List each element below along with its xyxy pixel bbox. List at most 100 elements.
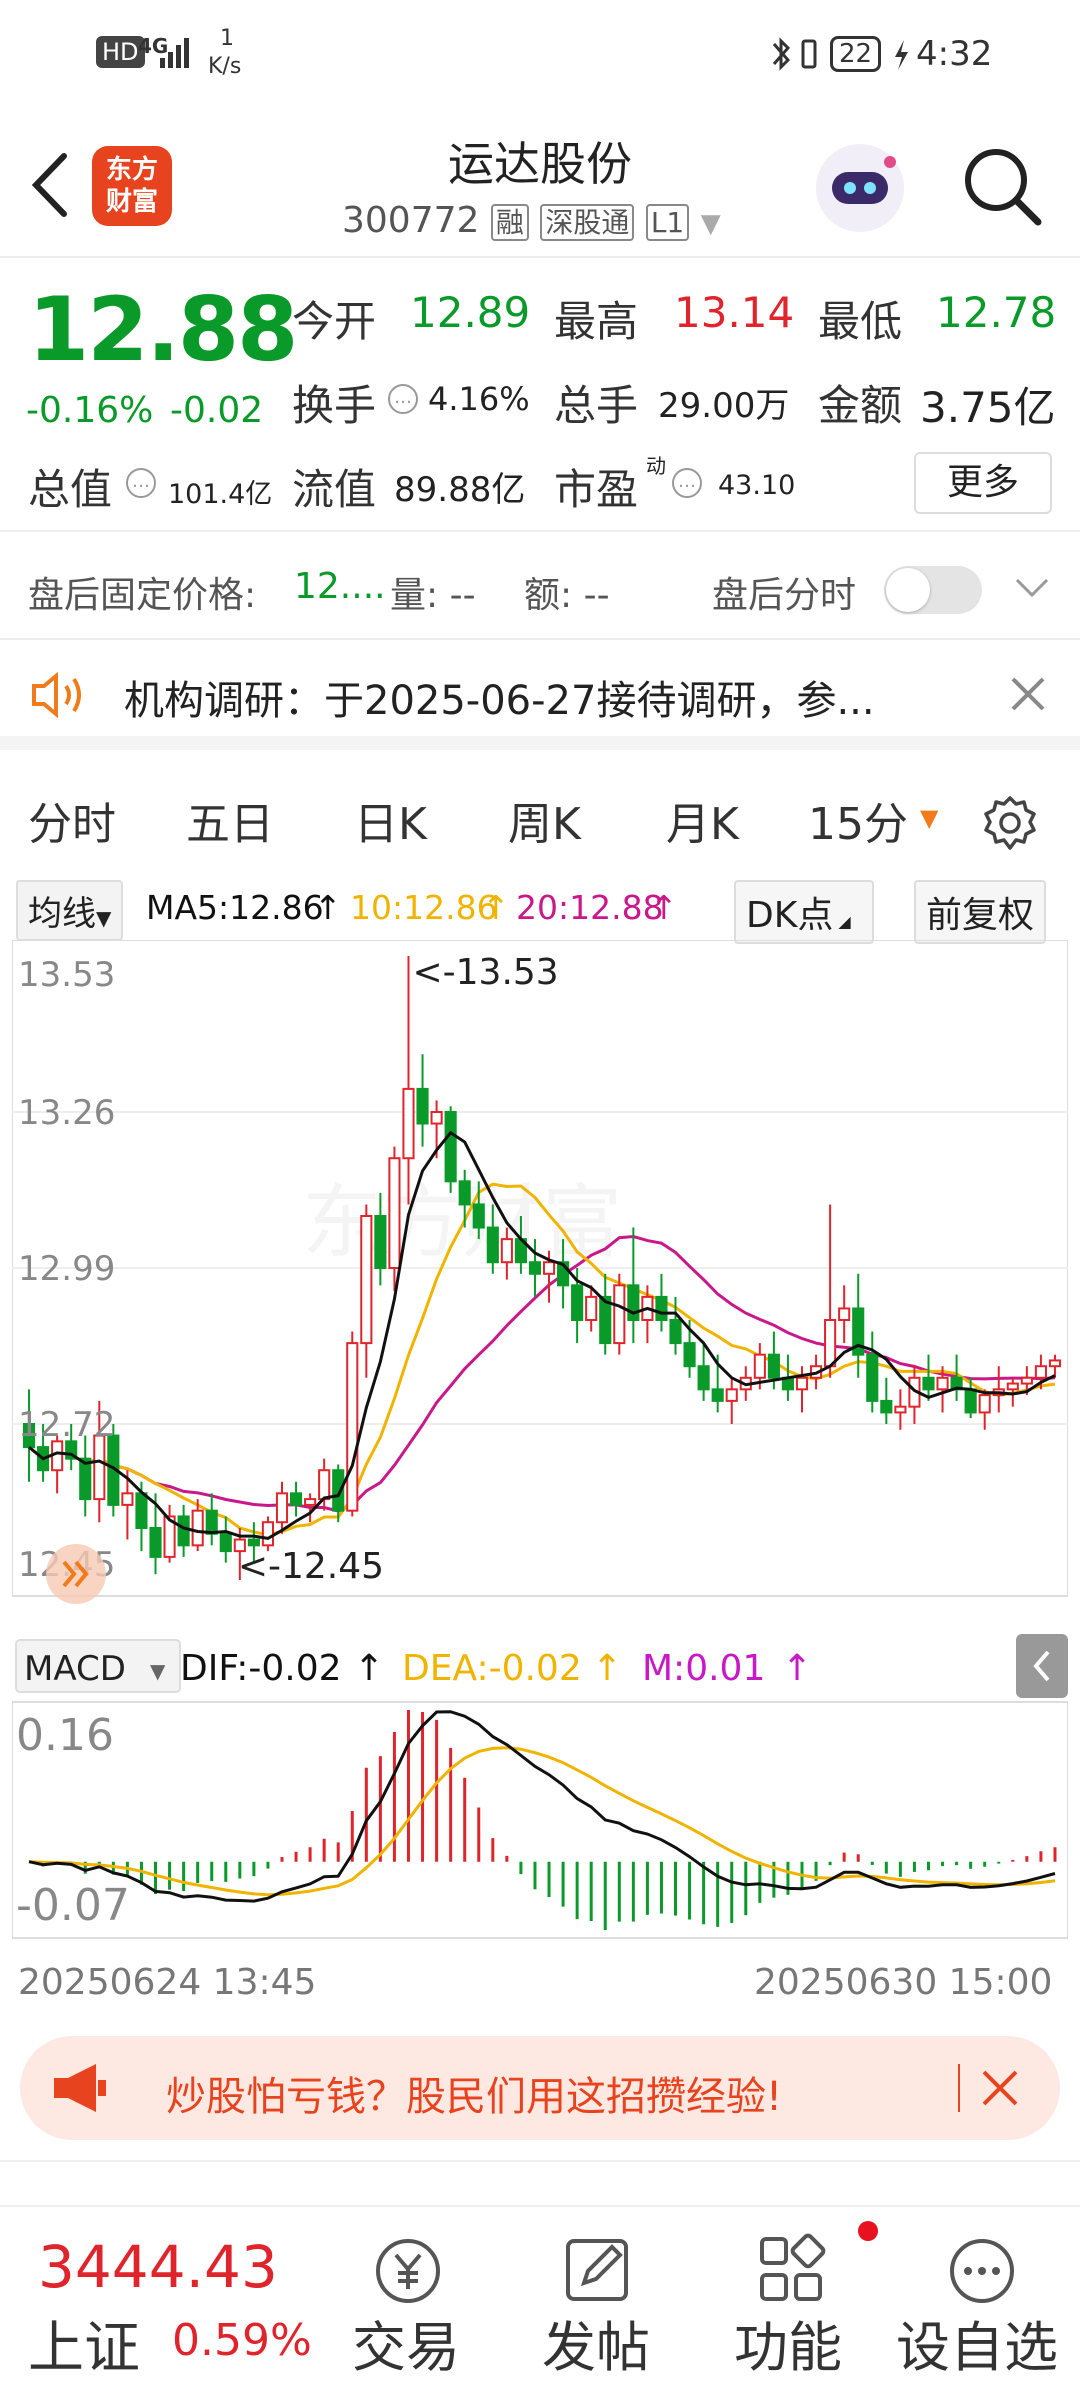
price-adjust-button[interactable]: 前复权 <box>914 880 1047 944</box>
index-change: 0.59% <box>172 2315 312 2366</box>
nav-trade[interactable]: 交易 <box>330 2207 490 2402</box>
low-value: 12.78 <box>936 288 1057 337</box>
index-ticker[interactable]: 3444.43 上证 0.59% <box>0 2207 320 2402</box>
ma-selector[interactable]: 均线▼ <box>16 880 124 941</box>
nav-functions[interactable]: 功能 <box>712 2207 878 2402</box>
high-value: 13.14 <box>674 288 795 337</box>
period-tabs: 分时 五日 日K 周K 月K 15分 ▼ <box>0 764 1080 874</box>
candle-body <box>1034 1365 1047 1379</box>
tab-intraday[interactable]: 分时 <box>28 788 116 852</box>
info-icon[interactable]: … <box>126 468 156 498</box>
tab-monthly-k[interactable]: 月K <box>666 788 739 852</box>
stock-code-row: 300772 融 深股通 L1 ▼ <box>342 200 721 241</box>
section-tabs-peek <box>0 2160 1080 2208</box>
candle-body <box>430 1111 443 1125</box>
bluetooth-icon <box>772 37 791 71</box>
nav-label: 功能 <box>734 2316 842 2379</box>
chevron-down-icon[interactable]: ▼ <box>701 209 721 239</box>
kline-chart[interactable]: 东方财富 13.53 13.26 12.99 12.72 12.45 <-13.… <box>12 940 1068 1940</box>
close-icon[interactable] <box>1010 676 1046 712</box>
nav-label: 发帖 <box>542 2316 650 2379</box>
last-price: 12.88 <box>28 278 298 381</box>
more-button[interactable]: 更多 <box>914 452 1052 514</box>
candle-body <box>205 1509 218 1535</box>
dea-value: DEA:-0.02 <box>402 1648 582 1689</box>
change-amount: -0.02 <box>170 390 264 431</box>
stock-name: 运达股份 <box>448 137 632 191</box>
nav-post[interactable]: 发帖 <box>520 2207 680 2402</box>
float-cap-value: 89.88亿 <box>394 470 526 510</box>
dk-point-button[interactable]: DK点 ◢ <box>734 880 874 944</box>
expand-button[interactable] <box>46 1544 106 1604</box>
notice-bar[interactable]: 机构调研：于2025-06-27接待调研，参... <box>0 640 1080 750</box>
candle-body <box>753 1353 766 1379</box>
after-hours-toggle[interactable] <box>884 566 982 614</box>
up-arrow: ↑ <box>354 1648 384 1689</box>
tag-margin: 融 <box>490 204 529 241</box>
up-arrow: ↑ <box>592 1648 622 1689</box>
up-arrow: ↑ <box>650 888 678 927</box>
stock-header: 东方 财富 运达股份 300772 融 深股通 L1 ▼ <box>0 110 1080 258</box>
bottom-nav: 3444.43 上证 0.59% 交易 发帖 功能 设自选 <box>0 2205 1080 2400</box>
close-icon[interactable] <box>980 2068 1020 2108</box>
notice-text: 机构调研：于2025-06-27接待调研，参... <box>124 678 875 724</box>
macd-axis-top: 0.16 <box>16 1710 114 1761</box>
tab-weekly-k[interactable]: 周K <box>508 788 581 852</box>
tab-15min[interactable]: 15分 <box>808 788 908 852</box>
market-cap-value: 101.4亿 <box>168 479 273 510</box>
time-axis-end: 20250630 15:00 <box>754 1962 1053 2003</box>
candle-body <box>922 1376 935 1391</box>
candle-body <box>1020 1376 1033 1385</box>
candle-body <box>388 1157 401 1270</box>
low-label: 最低 <box>818 297 903 346</box>
up-arrow: ↑ <box>314 888 342 927</box>
edit-icon <box>566 2239 628 2301</box>
after-hours-bar: 盘后固定价格: 12.... 量: -- 额: -- 盘后分时 <box>0 530 1080 640</box>
candle-body <box>346 1342 359 1512</box>
caret-down-icon[interactable]: ▼ <box>920 804 938 832</box>
ma10-value: 10:12.86 <box>350 888 498 927</box>
high-label: 最高 <box>554 297 639 346</box>
candle-body <box>838 1307 851 1322</box>
divider <box>958 2064 960 2112</box>
candle-body <box>261 1521 275 1547</box>
candle-body <box>416 1087 429 1125</box>
info-icon[interactable]: … <box>672 468 702 498</box>
info-icon[interactable]: … <box>388 384 418 414</box>
candle-body <box>149 1527 162 1558</box>
search-icon[interactable] <box>960 144 1044 228</box>
candle-body <box>725 1388 738 1402</box>
candle-body <box>894 1405 907 1414</box>
ma20-path <box>28 1234 1056 1513</box>
candle-body <box>613 1284 626 1345</box>
price-axis-label: 13.53 <box>18 955 115 995</box>
amount-label: 金额 <box>818 381 903 430</box>
ma20-line <box>28 1234 1056 1513</box>
ad-banner[interactable]: 炒股怕亏钱？股民们用这招攒经验! <box>20 2036 1060 2140</box>
m-value: M:0.01 <box>642 1648 765 1689</box>
tab-daily-k[interactable]: 日K <box>354 788 427 852</box>
change-pct: -0.16% <box>26 390 154 431</box>
candle-body <box>711 1388 724 1402</box>
market-cap-label: 总值 <box>28 465 113 514</box>
candle-body <box>528 1261 542 1275</box>
chevron-down-icon[interactable] <box>1014 576 1050 600</box>
ma20-value: 20:12.88 <box>516 888 664 927</box>
pe-label: 市盈 <box>554 465 639 514</box>
after-hours-toggle-label: 盘后分时 <box>712 575 857 616</box>
up-arrow: ↑ <box>482 888 510 927</box>
price-axis-label: 12.99 <box>18 1249 115 1289</box>
collapse-panel-button[interactable] <box>1016 1634 1068 1698</box>
gear-icon[interactable] <box>980 794 1040 854</box>
candle-body <box>978 1394 991 1414</box>
tab-five-day[interactable]: 五日 <box>186 788 274 852</box>
candle-body <box>444 1111 457 1183</box>
min-price-mark: <-12.45 <box>238 1546 384 1587</box>
candle-body <box>191 1509 204 1547</box>
ma-selector-label: 均线 <box>28 894 96 934</box>
robot-assistant-icon[interactable] <box>812 140 908 236</box>
speed-unit: K/s <box>208 54 242 79</box>
price-axis-label: 13.26 <box>18 1093 115 1133</box>
candle-body <box>669 1319 682 1345</box>
nav-add-watchlist[interactable]: 设自选 <box>890 2207 1080 2402</box>
